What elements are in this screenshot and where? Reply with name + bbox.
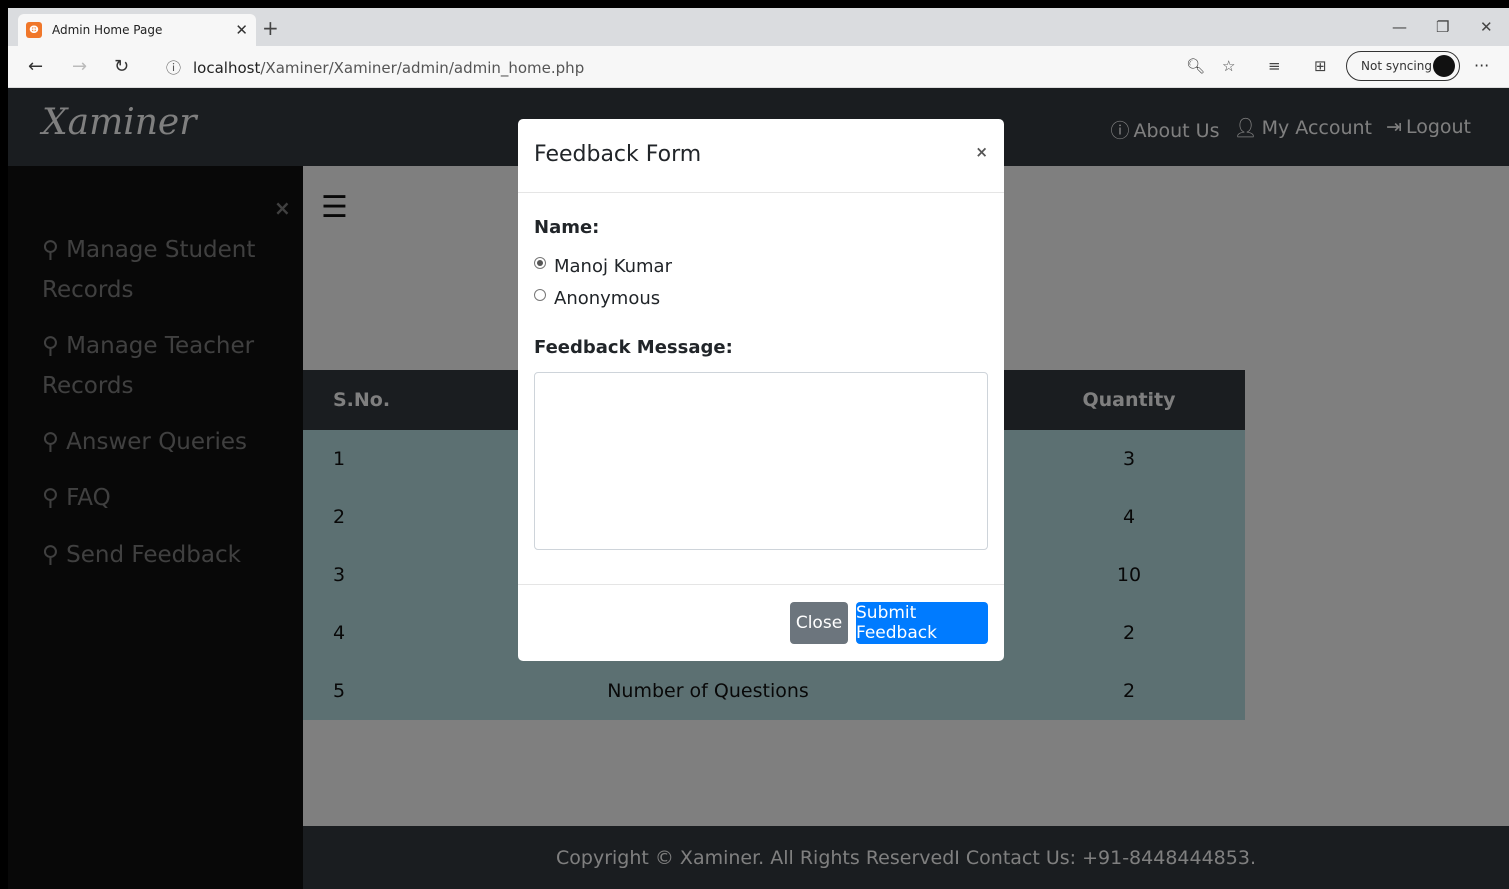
collections-icon[interactable]: ⊞ — [1314, 57, 1327, 75]
submit-feedback-button[interactable]: Submit Feedback — [856, 602, 988, 644]
modal-footer: Close Submit Feedback — [518, 584, 1004, 661]
refresh-icon[interactable]: ↻ — [114, 56, 129, 77]
feedback-modal: Feedback Form × Name: Manoj Kumar Anonym… — [518, 119, 1004, 661]
sync-button[interactable]: Not syncing — [1346, 51, 1460, 81]
url-host: localhost — [193, 59, 261, 77]
feedback-message-textarea[interactable] — [534, 372, 988, 550]
url-field[interactable]: ⓘ localhost/Xaminer/Xaminer/admin/admin_h… — [166, 57, 584, 78]
sync-label: Not syncing — [1361, 59, 1432, 73]
modal-header: Feedback Form × — [518, 119, 1004, 193]
feedback-message-label: Feedback Message: — [534, 337, 733, 358]
browser-window: ⴲ Admin Home Page ✕ + — ❐ ✕ ← → ↻ ⓘ local… — [0, 0, 1509, 889]
radio-unselected-icon[interactable] — [534, 288, 546, 301]
radio-anonymous[interactable]: Anonymous — [534, 288, 660, 309]
name-label: Name: — [534, 217, 600, 238]
address-bar: ← → ↻ ⓘ localhost/Xaminer/Xaminer/admin/a… — [8, 46, 1509, 88]
browser-tab[interactable]: ⴲ Admin Home Page ✕ — [18, 14, 256, 46]
radio-selected-icon[interactable] — [534, 256, 546, 269]
modal-title: Feedback Form — [534, 142, 702, 167]
favorite-star-icon[interactable]: ☆ — [1222, 57, 1235, 75]
modal-close-icon[interactable]: × — [975, 143, 988, 161]
info-icon: ⓘ — [166, 59, 182, 77]
tab-bar: ⴲ Admin Home Page ✕ + — ❐ ✕ — [8, 8, 1509, 46]
back-icon[interactable]: ← — [28, 56, 43, 77]
close-button[interactable]: Close — [790, 602, 848, 644]
radio-label: Manoj Kumar — [554, 256, 672, 277]
favorites-list-icon[interactable]: ≡ — [1268, 57, 1281, 75]
radio-manoj-kumar[interactable]: Manoj Kumar — [534, 256, 672, 277]
maximize-icon[interactable]: ❐ — [1436, 18, 1449, 36]
close-window-icon[interactable]: ✕ — [1480, 18, 1493, 36]
avatar — [1433, 55, 1455, 77]
more-icon[interactable]: ··· — [1474, 56, 1489, 75]
minimize-icon[interactable]: — — [1392, 18, 1407, 36]
radio-label: Anonymous — [554, 288, 661, 309]
xampp-icon: ⴲ — [26, 22, 42, 38]
new-tab-icon[interactable]: + — [262, 16, 279, 40]
forward-icon[interactable]: → — [72, 56, 87, 77]
close-tab-icon[interactable]: ✕ — [235, 21, 248, 39]
zoom-icon[interactable]: 🔍︎ — [1186, 57, 1205, 75]
page: Xaminer ⓘAbout Us 👤︎My Account ⇥Logout ×… — [8, 88, 1509, 889]
tab-title: Admin Home Page — [52, 23, 163, 37]
url-path: /Xaminer/Xaminer/admin/admin_home.php — [260, 59, 585, 77]
